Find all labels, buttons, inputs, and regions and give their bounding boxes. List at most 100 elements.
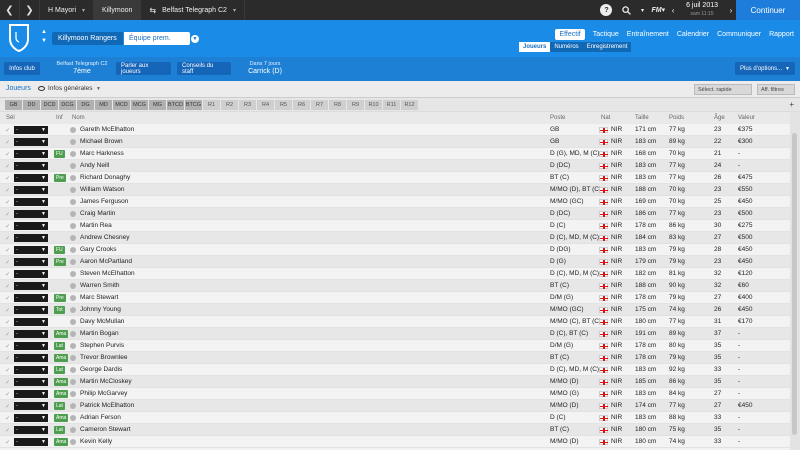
menu-entrainement[interactable]: Entraînement bbox=[627, 31, 669, 38]
submenu-joueurs[interactable]: Joueurs bbox=[519, 42, 551, 52]
position-filter-btcg[interactable]: BTCG bbox=[185, 99, 202, 110]
check-icon[interactable]: ✓ bbox=[5, 295, 12, 302]
player-name[interactable]: Martin McCloskey bbox=[80, 378, 132, 385]
col-poids[interactable]: Poids bbox=[669, 115, 684, 121]
selection-dropdown[interactable]: - ▼ bbox=[14, 126, 48, 134]
check-icon[interactable]: ✓ bbox=[5, 199, 12, 206]
selection-dropdown[interactable]: - ▼ bbox=[14, 210, 48, 218]
table-row[interactable]: ✓ - ▼ Pre Richard Donaghy BT (C) NIR 183 cm 77 k… bbox=[0, 172, 790, 184]
position-filter-r6[interactable]: R6 bbox=[293, 99, 310, 110]
table-row[interactable]: ✓ - ▼ Martin Rea D (C) NIR 178 cm 86 kg 30 €275 bbox=[0, 220, 790, 232]
info-badge[interactable]: FU bbox=[54, 246, 65, 254]
position-filter-mcg[interactable]: MCG bbox=[131, 99, 148, 110]
check-icon[interactable]: ✓ bbox=[5, 211, 12, 218]
player-name[interactable]: James Ferguson bbox=[80, 198, 128, 205]
info-badge[interactable]: Lat bbox=[54, 366, 65, 374]
search-dropdown-icon[interactable]: ▾ bbox=[639, 3, 645, 17]
player-name[interactable]: Martin Rea bbox=[80, 222, 112, 229]
submenu-numeros[interactable]: Numéros bbox=[550, 42, 583, 52]
selection-dropdown[interactable]: - ▼ bbox=[14, 282, 48, 290]
position-filter-r11[interactable]: R11 bbox=[383, 99, 400, 110]
conseils-staff-button[interactable]: Conseils du staff bbox=[177, 62, 231, 75]
next-match[interactable]: Dans 7 jours Carrick (D) bbox=[240, 60, 290, 76]
check-icon[interactable]: ✓ bbox=[5, 151, 12, 158]
check-icon[interactable]: ✓ bbox=[5, 247, 12, 254]
player-name[interactable]: Marc Harkness bbox=[80, 150, 124, 157]
table-row[interactable]: ✓ - ▼ Michael Brown GB NIR 183 cm 89 kg 22 €300 bbox=[0, 136, 790, 148]
check-icon[interactable]: ✓ bbox=[5, 187, 12, 194]
selection-dropdown[interactable]: - ▼ bbox=[14, 306, 48, 314]
position-filter-mg[interactable]: MG bbox=[149, 99, 166, 110]
check-icon[interactable]: ✓ bbox=[5, 163, 12, 170]
info-badge[interactable]: Ama bbox=[54, 354, 69, 362]
check-icon[interactable]: ✓ bbox=[5, 307, 12, 314]
chevron-down-icon[interactable]: ▼ bbox=[96, 86, 101, 92]
player-name[interactable]: Marc Stewart bbox=[80, 294, 118, 301]
player-name[interactable]: Gary Crooks bbox=[80, 246, 116, 253]
check-icon[interactable]: ✓ bbox=[5, 139, 12, 146]
menu-effectif[interactable]: Effectif bbox=[555, 29, 585, 40]
check-icon[interactable]: ✓ bbox=[5, 379, 12, 386]
selection-dropdown[interactable]: - ▼ bbox=[14, 426, 48, 434]
club-name[interactable]: Killymoon Rangers bbox=[52, 32, 123, 45]
table-row[interactable]: ✓ - ▼ FU Marc Harkness D (G), MD, M (C) NIR 168… bbox=[0, 148, 790, 160]
chevron-down-icon[interactable]: ▼ bbox=[191, 35, 199, 43]
joueurs-label[interactable]: Joueurs bbox=[6, 85, 31, 92]
player-name[interactable]: Stephen Purvis bbox=[80, 342, 124, 349]
table-row[interactable]: ✓ - ▼ Ama Trevor Brownlee BT (C) NIR 178 cm 79 k… bbox=[0, 352, 790, 364]
info-badge[interactable]: Ama bbox=[54, 390, 69, 398]
help-icon[interactable]: ? bbox=[599, 3, 613, 17]
selection-dropdown[interactable]: - ▼ bbox=[14, 234, 48, 242]
selection-dropdown[interactable]: - ▼ bbox=[14, 414, 48, 422]
player-name[interactable]: Trevor Brownlee bbox=[80, 354, 127, 361]
info-badge[interactable]: Ama bbox=[54, 414, 69, 422]
team-select[interactable]: Équipe prem. bbox=[124, 32, 190, 45]
selection-dropdown[interactable]: - ▼ bbox=[14, 150, 48, 158]
col-nat[interactable]: Nat bbox=[601, 115, 610, 121]
selection-dropdown[interactable]: - ▼ bbox=[14, 162, 48, 170]
menu-tactique[interactable]: Tactique bbox=[593, 31, 619, 38]
player-name[interactable]: Craig Martin bbox=[80, 210, 115, 217]
info-badge[interactable]: Lat bbox=[54, 342, 65, 350]
position-filter-dd[interactable]: DD bbox=[23, 99, 40, 110]
col-valeur[interactable]: Valeur bbox=[738, 115, 755, 121]
table-row[interactable]: ✓ - ▼ Craig Martin D (DC) NIR 186 cm 77 kg 23 €50… bbox=[0, 208, 790, 220]
col-age[interactable]: Âge bbox=[714, 115, 725, 121]
quick-select-dropdown[interactable]: Sélect. rapide bbox=[694, 84, 752, 95]
position-filter-r10[interactable]: R10 bbox=[365, 99, 382, 110]
scrollbar-thumb[interactable] bbox=[792, 133, 797, 435]
check-icon[interactable]: ✓ bbox=[5, 439, 12, 446]
position-filter-r1[interactable]: R1 bbox=[203, 99, 220, 110]
selection-dropdown[interactable]: - ▼ bbox=[14, 342, 48, 350]
position-filter-r7[interactable]: R7 bbox=[311, 99, 328, 110]
table-row[interactable]: ✓ - ▼ Pre Aaron McPartland D (G) NIR 179 cm 79 k… bbox=[0, 256, 790, 268]
view-select[interactable]: Infos générales bbox=[48, 85, 92, 92]
col-inf[interactable]: Inf bbox=[56, 115, 63, 121]
player-name[interactable]: Kevin Kelly bbox=[80, 438, 112, 445]
table-row[interactable]: ✓ - ▼ Andrew Chesney D (C), MD, M (C) NIR 184 … bbox=[0, 232, 790, 244]
check-icon[interactable]: ✓ bbox=[5, 127, 12, 134]
table-row[interactable]: ✓ - ▼ Ama Philip McGarvey M/MO (G) NIR 183 cm 84… bbox=[0, 388, 790, 400]
player-name[interactable]: Cameron Stewart bbox=[80, 426, 131, 433]
check-icon[interactable]: ✓ bbox=[5, 283, 12, 290]
back-arrow-icon[interactable]: ❮ bbox=[0, 0, 20, 20]
position-filter-btcd[interactable]: BTCD bbox=[167, 99, 184, 110]
player-name[interactable]: Gareth McElhatton bbox=[80, 126, 134, 133]
check-icon[interactable]: ✓ bbox=[5, 271, 12, 278]
tab-belfast-telegraph[interactable]: ⇆ Belfast Telegraph C2 ▾ bbox=[141, 0, 245, 20]
submenu-enregistrement[interactable]: Enregistrement bbox=[582, 42, 632, 52]
position-filter-md[interactable]: MD bbox=[95, 99, 112, 110]
player-name[interactable]: Aaron McPartland bbox=[80, 258, 132, 265]
forward-arrow-icon[interactable]: ❯ bbox=[20, 0, 40, 20]
position-filter-dg[interactable]: DG bbox=[77, 99, 94, 110]
player-name[interactable]: Martin Bogan bbox=[80, 330, 119, 337]
position-filter-dcg[interactable]: DCG bbox=[59, 99, 76, 110]
info-badge[interactable]: Lat bbox=[54, 402, 65, 410]
add-icon[interactable]: + bbox=[789, 100, 794, 109]
menu-calendrier[interactable]: Calendrier bbox=[677, 31, 709, 38]
col-taille[interactable]: Taille bbox=[635, 115, 649, 121]
table-row[interactable]: ✓ - ▼ Warren Smith BT (C) NIR 188 cm 90 kg 32 €60 bbox=[0, 280, 790, 292]
table-row[interactable]: ✓ - ▼ Lat Cameron Stewart BT (C) NIR 180 cm 75 k… bbox=[0, 424, 790, 436]
position-filter-r5[interactable]: R5 bbox=[275, 99, 292, 110]
info-badge[interactable]: Ama bbox=[54, 378, 69, 386]
